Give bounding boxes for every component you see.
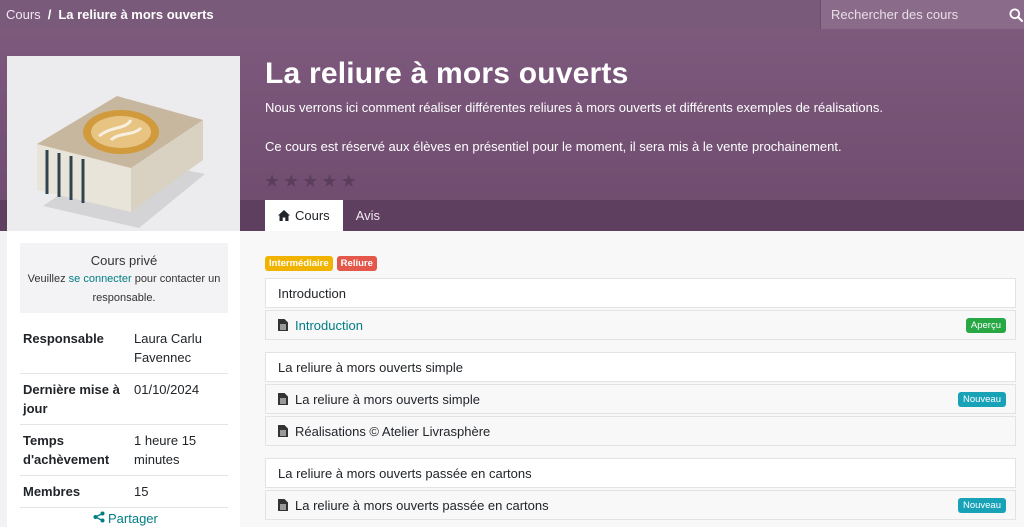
breadcrumb-courses-link[interactable]: Cours — [6, 7, 41, 22]
info-value: Laura Carlu Favennec — [131, 323, 228, 374]
private-course-title: Cours privé — [90, 253, 158, 268]
section-header: Introduction — [265, 278, 1016, 308]
info-value: 1 heure 15 minutes — [131, 424, 228, 476]
tab-cours[interactable]: Cours — [265, 200, 343, 231]
document-icon — [278, 425, 288, 437]
search-icon[interactable] — [1007, 8, 1024, 22]
tag-level[interactable]: Intermédiaire — [265, 256, 333, 271]
share-button[interactable]: Partager — [93, 511, 158, 526]
lesson-item[interactable]: La reliure à mors ouverts simple Nouveau — [265, 384, 1016, 414]
section-header: La reliure à mors ouverts simple — [265, 352, 1016, 382]
lesson-item[interactable]: La reliure à mors ouverts passée en cart… — [265, 490, 1016, 520]
section-title: La reliure à mors ouverts simple — [278, 359, 463, 375]
info-value: 01/10/2024 — [131, 373, 228, 425]
search-input[interactable] — [821, 7, 1007, 22]
preview-badge: Aperçu — [965, 317, 1006, 333]
breadcrumb-separator: / — [47, 7, 52, 22]
tab-avis[interactable]: Avis — [343, 200, 393, 231]
info-key: Membres — [20, 475, 131, 508]
course-title: La reliure à mors ouverts — [265, 57, 629, 90]
lesson-item[interactable]: Introduction Aperçu — [265, 310, 1016, 340]
document-icon — [278, 393, 288, 405]
home-icon — [278, 210, 290, 221]
star-icon: ★ — [321, 171, 338, 191]
course-description: Nous verrons ici comment réaliser différ… — [265, 100, 884, 115]
login-link[interactable]: se connecter — [69, 273, 132, 285]
tab-avis-label: Avis — [355, 208, 381, 223]
info-key: Responsable — [20, 323, 131, 374]
lesson-title[interactable]: La reliure à mors ouverts passée en cart… — [295, 498, 958, 513]
course-content: Intermédiaire Reliure Introduction Intro… — [240, 231, 1024, 527]
star-icon: ★ — [302, 171, 319, 191]
private-course-text: Veuillez se connecter pour contacter un … — [20, 270, 228, 308]
tag-category[interactable]: Reliure — [336, 256, 377, 271]
info-row: Responsable Laura Carlu Favennec — [20, 323, 228, 374]
course-info-table: Responsable Laura Carlu Favennec Dernièr… — [20, 323, 228, 508]
course-note: Ce cours est réservé aux élèves en prése… — [265, 139, 842, 154]
star-icon: ★ — [283, 171, 300, 191]
section-title: La reliure à mors ouverts passée en cart… — [278, 465, 532, 481]
new-badge: Nouveau — [957, 497, 1006, 513]
breadcrumb-current: La reliure à mors ouverts — [58, 7, 214, 22]
private-text-before: Veuillez — [27, 273, 69, 285]
course-tags: Intermédiaire Reliure — [265, 256, 377, 271]
course-sidebar: Cours privé Veuillez se connecter pour c… — [7, 231, 240, 527]
rating-stars: ★ ★ ★ ★ ★ — [264, 172, 357, 190]
info-row: Membres 15 — [20, 475, 228, 508]
top-bar: Cours / La reliure à mors ouverts — [0, 0, 1024, 29]
section-title: Introduction — [278, 285, 346, 301]
info-value: 15 — [131, 475, 228, 508]
course-cover-image — [7, 56, 240, 231]
document-icon — [278, 499, 288, 511]
private-course-box: Cours privé Veuillez se connecter pour c… — [20, 243, 228, 313]
lesson-title[interactable]: La reliure à mors ouverts simple — [295, 392, 958, 407]
tab-cours-label: Cours — [295, 208, 330, 223]
document-icon — [278, 319, 288, 331]
lesson-title[interactable]: Introduction — [295, 318, 966, 333]
info-row: Dernière mise à jour 01/10/2024 — [20, 373, 228, 425]
info-row: Temps d'achèvement 1 heure 15 minutes — [20, 424, 228, 476]
info-key: Temps d'achèvement — [20, 424, 131, 476]
section-header: La reliure à mors ouverts passée en cart… — [265, 458, 1016, 488]
share-label: Partager — [108, 511, 158, 526]
new-badge: Nouveau — [957, 391, 1006, 407]
lesson-title[interactable]: Réalisations © Atelier Livrasphère — [295, 424, 1015, 439]
course-tabs: Cours Avis — [265, 200, 393, 231]
share-icon — [93, 511, 105, 526]
lesson-item[interactable]: Réalisations © Atelier Livrasphère — [265, 416, 1016, 446]
search-box — [820, 0, 1024, 29]
breadcrumb: Cours / La reliure à mors ouverts — [0, 7, 820, 22]
info-key: Dernière mise à jour — [20, 373, 131, 425]
star-icon: ★ — [340, 171, 357, 191]
star-icon: ★ — [264, 171, 281, 191]
